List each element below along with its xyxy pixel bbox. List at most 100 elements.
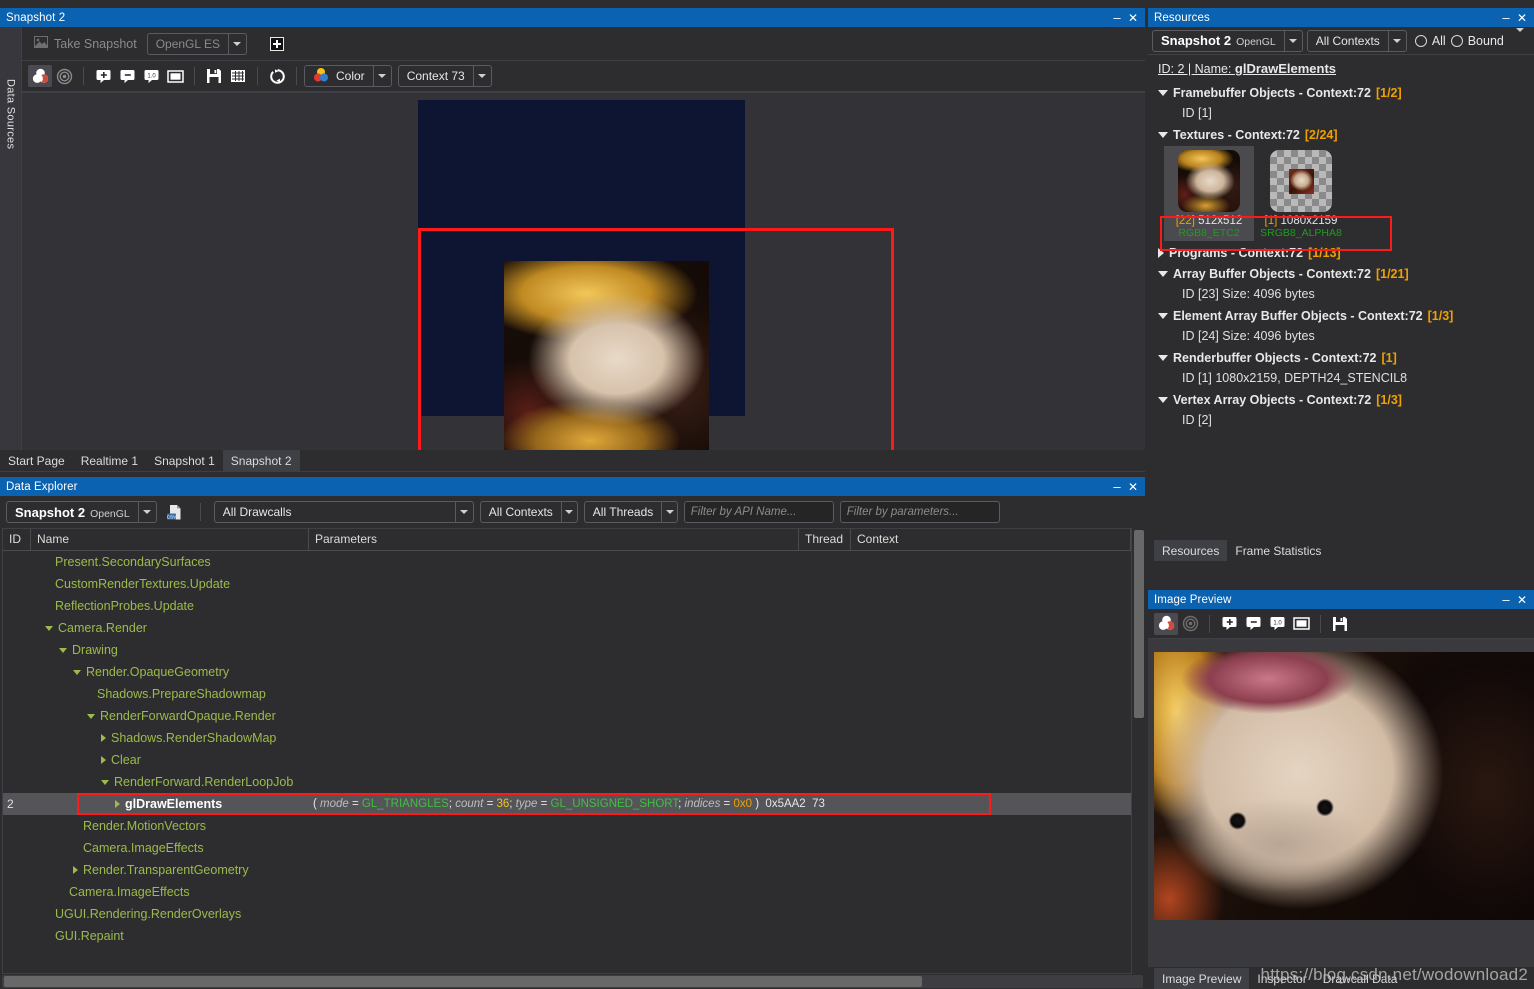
refresh-icon[interactable] xyxy=(265,65,289,87)
channel-combo[interactable]: Color xyxy=(304,65,392,87)
column-header-id[interactable]: ID xyxy=(3,529,31,550)
resource-item[interactable]: ID [24] Size: 4096 bytes xyxy=(1158,327,1534,346)
table-row[interactable]: ReflectionProbes.Update xyxy=(3,595,1131,617)
parameters-filter-input[interactable]: Filter by parameters... xyxy=(839,501,1000,523)
chevron-down-icon[interactable] xyxy=(472,66,491,86)
portrait-texture-thumb[interactable] xyxy=(1178,150,1240,212)
take-snapshot-button[interactable]: Take Snapshot xyxy=(30,35,141,52)
minimize-icon[interactable]: – xyxy=(1109,10,1125,26)
save-icon[interactable] xyxy=(1328,613,1352,635)
chevron-down-icon[interactable] xyxy=(372,66,391,86)
table-row[interactable]: Camera.ImageEffects xyxy=(3,881,1131,903)
table-row[interactable]: 2 glDrawElements ( mode = GL_TRIANGLES; co… xyxy=(3,793,1131,815)
image-preview-canvas[interactable] xyxy=(1148,639,1534,967)
tab-realtime-1[interactable]: Realtime 1 xyxy=(72,450,147,471)
add-snapshot-button[interactable] xyxy=(265,33,289,55)
resource-group-header[interactable]: Renderbuffer Objects - Context:72 [1] xyxy=(1158,348,1534,367)
tab-start-page[interactable]: Start Page xyxy=(0,450,73,471)
chevron-down-icon[interactable] xyxy=(73,669,81,675)
alpha-channel-icon[interactable] xyxy=(52,65,76,87)
triangle-down-icon[interactable] xyxy=(1158,396,1168,403)
drawcall-vertical-scrollbar[interactable] xyxy=(1131,528,1145,974)
contexts-filter-combo[interactable]: All Contexts xyxy=(479,501,578,523)
resource-item[interactable]: ID [23] Size: 4096 bytes xyxy=(1158,285,1534,304)
resource-item[interactable]: ID [2] xyxy=(1158,411,1534,430)
radio-all[interactable] xyxy=(1414,34,1427,47)
tab-snapshot-1[interactable]: Snapshot 1 xyxy=(146,450,223,471)
table-row[interactable]: Drawing xyxy=(3,639,1131,661)
resource-item[interactable]: ID [1] xyxy=(1158,104,1534,123)
texture-card[interactable]: [1] 1080x2159 SRGB8_ALPHA8 xyxy=(1256,146,1346,241)
column-header-context[interactable]: Context xyxy=(851,529,1131,550)
tab-frame-statistics[interactable]: Frame Statistics xyxy=(1227,540,1330,561)
table-row[interactable]: Camera.Render xyxy=(3,617,1131,639)
api-name-filter-input[interactable]: Filter by API Name... xyxy=(683,501,834,523)
chevron-right-icon[interactable] xyxy=(73,866,78,874)
chevron-down-icon[interactable] xyxy=(87,713,95,719)
close-icon[interactable]: ✕ xyxy=(1514,592,1530,608)
table-row[interactable]: RenderForward.RenderLoopJob xyxy=(3,771,1131,793)
zoom-in-icon[interactable] xyxy=(91,65,115,87)
close-icon[interactable]: ✕ xyxy=(1125,10,1141,26)
data-sources-side-tab[interactable]: Data Sources xyxy=(0,27,22,450)
tab-drawcall-data[interactable]: Drawcall Data xyxy=(1314,968,1406,989)
chevron-down-icon[interactable] xyxy=(45,625,53,631)
resource-group-header[interactable]: Vertex Array Objects - Context:72 [1/3] xyxy=(1158,390,1534,409)
column-header-name[interactable]: Name xyxy=(31,529,309,550)
zoom-actual-size-icon[interactable]: 1.0 xyxy=(139,65,163,87)
chevron-right-icon[interactable] xyxy=(115,800,120,808)
table-row[interactable]: Present.SecondarySurfaces xyxy=(3,551,1131,573)
resources-snapshot-combo[interactable]: Snapshot 2 OpenGL xyxy=(1152,29,1303,52)
column-header-thread[interactable]: Thread xyxy=(799,529,851,550)
export-csv-icon[interactable]: CSV xyxy=(163,501,187,523)
color-channels-icon[interactable] xyxy=(28,65,52,87)
chevron-down-icon[interactable] xyxy=(1283,30,1302,51)
tab-image-preview[interactable]: Image Preview xyxy=(1154,968,1250,989)
table-row[interactable]: Camera.ImageEffects xyxy=(3,837,1131,859)
resources-tree[interactable]: ID: 2 | Name: glDrawElements Framebuffer… xyxy=(1148,55,1534,539)
minimize-icon[interactable]: – xyxy=(1498,592,1514,608)
chevron-down-icon[interactable] xyxy=(1387,30,1406,51)
zoom-actual-size-icon[interactable]: 1.0 xyxy=(1265,613,1289,635)
chevron-right-icon[interactable] xyxy=(101,756,106,764)
zoom-out-icon[interactable] xyxy=(1241,613,1265,635)
scrollbar-thumb[interactable] xyxy=(1134,530,1144,718)
resource-item[interactable]: ID [1] 1080x2159, DEPTH24_STENCIL8 xyxy=(1158,369,1534,388)
column-header-parameters[interactable]: Parameters xyxy=(309,529,799,550)
resource-group-header[interactable]: Array Buffer Objects - Context:72 [1/21] xyxy=(1158,264,1534,283)
close-icon[interactable]: ✕ xyxy=(1125,479,1141,495)
color-channels-icon[interactable] xyxy=(1154,612,1178,635)
triangle-down-icon[interactable] xyxy=(1158,312,1168,319)
chevron-down-icon[interactable] xyxy=(101,779,109,785)
resource-group-header[interactable]: Textures - Context:72 [2/24] xyxy=(1158,125,1534,144)
table-row[interactable]: GUI.Repaint xyxy=(3,925,1131,947)
triangle-down-icon[interactable] xyxy=(1158,270,1168,277)
resource-group-header[interactable]: Element Array Buffer Objects - Context:7… xyxy=(1158,306,1534,325)
chevron-right-icon[interactable] xyxy=(101,734,106,742)
triangle-down-icon[interactable] xyxy=(1158,89,1168,96)
chevron-down-icon[interactable] xyxy=(560,502,577,522)
scrollbar-thumb[interactable] xyxy=(4,976,922,987)
context-combo[interactable]: Context 73 xyxy=(397,65,492,87)
minimize-icon[interactable]: – xyxy=(1498,10,1514,26)
fit-to-window-icon[interactable] xyxy=(1289,613,1313,635)
resources-contexts-combo[interactable]: All Contexts xyxy=(1306,29,1407,52)
drawcall-horizontal-scrollbar[interactable] xyxy=(2,975,1143,988)
chevron-down-icon[interactable] xyxy=(661,502,677,522)
alpha-channel-icon[interactable] xyxy=(1178,613,1202,635)
zoom-out-icon[interactable] xyxy=(115,65,139,87)
minimize-icon[interactable]: – xyxy=(1109,479,1125,495)
table-row[interactable]: Clear xyxy=(3,749,1131,771)
render-target-viewport[interactable] xyxy=(22,92,1145,450)
table-row[interactable]: UGUI.Rendering.RenderOverlays xyxy=(3,903,1131,925)
triangle-right-icon[interactable] xyxy=(1158,247,1164,258)
table-row[interactable]: CustomRenderTextures.Update xyxy=(3,573,1131,595)
close-icon[interactable]: ✕ xyxy=(1514,10,1530,26)
save-icon[interactable] xyxy=(202,65,226,87)
tab-inspector[interactable]: Inspector xyxy=(1249,968,1315,989)
drawcalls-filter-combo[interactable]: All Drawcalls xyxy=(213,501,474,523)
table-row[interactable]: Render.TransparentGeometry xyxy=(3,859,1131,881)
tab-resources[interactable]: Resources xyxy=(1154,540,1228,561)
table-row[interactable]: Shadows.RenderShadowMap xyxy=(3,727,1131,749)
table-row[interactable]: Render.OpaqueGeometry xyxy=(3,661,1131,683)
